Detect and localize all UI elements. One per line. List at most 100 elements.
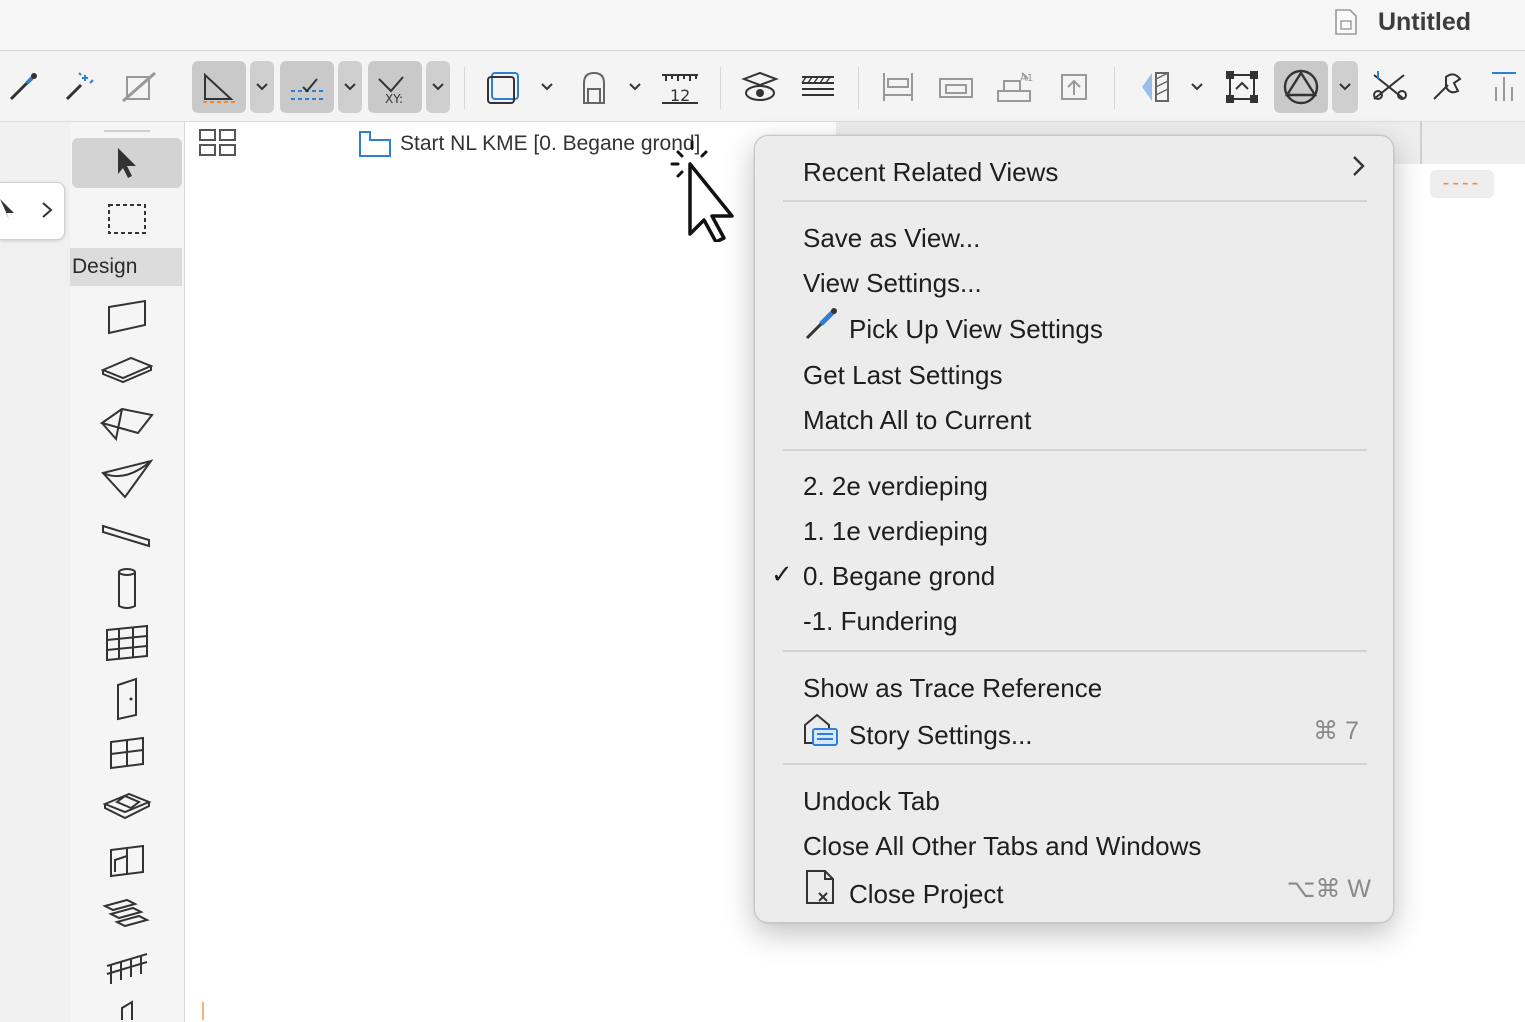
svg-text:XY:: XY:: [385, 92, 403, 105]
intersect-icon[interactable]: [1366, 61, 1414, 113]
stair-icon: [102, 898, 150, 928]
main-toolbar: XY: 12 A1: [0, 51, 1525, 122]
window-tool[interactable]: [70, 728, 184, 778]
snap-guides-icon[interactable]: [280, 61, 334, 113]
arrow-tool-popout[interactable]: [0, 182, 65, 240]
menu-item-story-1[interactable]: 1. 1e verdieping: [803, 509, 988, 549]
railing-tool[interactable]: [70, 944, 184, 994]
window-icon: [110, 736, 144, 770]
menu-item-match-all-to-current[interactable]: Match All to Current: [803, 398, 1031, 438]
trace-reference-dropdown[interactable]: [1332, 61, 1358, 113]
document-icon: [1333, 7, 1359, 42]
menu-item-story-2[interactable]: 2. 2e verdieping: [803, 464, 988, 504]
grid-snap-icon[interactable]: [1218, 61, 1266, 113]
menu-item-close-project[interactable]: Close Project: [803, 869, 1004, 909]
layers-visibility-icon[interactable]: [736, 61, 784, 113]
close-project-shortcut: ⌥⌘ W: [1286, 875, 1371, 903]
layer-combination-icon[interactable]: [480, 61, 528, 113]
mouse-cursor-icon: [668, 138, 748, 247]
story-settings-icon: [803, 711, 843, 758]
design-section-label[interactable]: Design: [70, 248, 182, 286]
slab-tool[interactable]: [70, 344, 184, 394]
section-marker-icon[interactable]: [932, 61, 980, 113]
window-title: Untitled: [1377, 8, 1471, 36]
door-icon: [117, 677, 137, 721]
door-tool[interactable]: [70, 674, 184, 724]
floor-plan-icon: [359, 131, 391, 157]
skylight-icon: [102, 792, 152, 820]
next-tool[interactable]: [70, 998, 184, 1022]
tab-title: Start NL KME [0. Begane grond]: [400, 132, 701, 155]
menu-item-save-as-view[interactable]: Save as View...: [803, 216, 980, 256]
wall-tool[interactable]: [70, 292, 184, 342]
eyedropper-icon: [803, 306, 843, 351]
stair-tool[interactable]: [70, 890, 184, 940]
mirror-view-dropdown[interactable]: [1184, 61, 1210, 113]
partial-structure-dropdown[interactable]: [622, 61, 648, 113]
coordinates-dropdown[interactable]: [426, 61, 450, 113]
menu-item-view-settings[interactable]: View Settings...: [803, 261, 982, 301]
menu-item-recent-related-views[interactable]: Recent Related Views: [803, 150, 1058, 190]
roof-icon: [99, 407, 154, 442]
scale-icon[interactable]: 12: [656, 61, 704, 113]
tab-floor-plan[interactable]: Start NL KME [0. Begane grond]: [358, 130, 700, 158]
elevation-marker-icon[interactable]: A1: [990, 61, 1038, 113]
dimension-icon[interactable]: [874, 61, 922, 113]
elevate-icon[interactable]: [1482, 61, 1525, 113]
opening-tool[interactable]: [70, 836, 184, 886]
menu-item-get-last-settings[interactable]: Get Last Settings: [803, 353, 1002, 393]
magic-wand-icon[interactable]: [58, 61, 100, 113]
menu-item-story-0[interactable]: 0. Begane grond: [803, 554, 995, 594]
tab-overview-icon[interactable]: [198, 128, 238, 162]
wall-icon: [108, 299, 146, 335]
marquee-tool[interactable]: [70, 194, 184, 244]
guide-line-tool-icon[interactable]: [192, 61, 246, 113]
column-icon: [118, 568, 136, 609]
snap-guides-dropdown[interactable]: [338, 61, 362, 113]
fill-display-icon[interactable]: [794, 61, 842, 113]
partial-structure-icon[interactable]: [570, 61, 618, 113]
skylight-tool[interactable]: [70, 782, 184, 832]
curtain-wall-tool[interactable]: [70, 618, 184, 668]
railing-icon: [106, 953, 148, 984]
inject-settings-icon[interactable]: [116, 61, 162, 113]
coordinates-icon[interactable]: XY:: [368, 61, 422, 113]
beam-icon: [102, 524, 150, 548]
beam-tool[interactable]: [70, 510, 184, 560]
menu-item-pick-up-view-settings[interactable]: Pick Up View Settings: [803, 306, 1103, 346]
menu-item-story-settings[interactable]: Story Settings...: [803, 711, 1033, 751]
trace-reference-icon[interactable]: [1274, 61, 1328, 113]
arrow-icon: [118, 148, 136, 178]
svg-text:A1: A1: [1020, 73, 1033, 84]
menu-item-show-as-trace-reference[interactable]: Show as Trace Reference: [803, 666, 1102, 706]
guide-line-dropdown[interactable]: [250, 61, 274, 113]
publish-icon[interactable]: [1050, 61, 1098, 113]
title-bar: Untitled: [0, 0, 1525, 51]
shell-tool[interactable]: [70, 454, 184, 504]
arrow-icon: [0, 199, 14, 221]
close-project-icon: [803, 869, 843, 918]
opening-icon: [110, 844, 144, 878]
eyedropper-icon[interactable]: [2, 61, 44, 113]
menu-item-story-minus-1[interactable]: -1. Fundering: [803, 599, 958, 639]
marquee-icon: [108, 204, 146, 234]
mirror-view-icon[interactable]: [1130, 61, 1178, 113]
column-tool[interactable]: [70, 564, 184, 614]
dashed-marker: ----: [1430, 170, 1494, 198]
chevron-right-icon: [42, 202, 53, 218]
curtain-wall-icon: [106, 624, 148, 662]
modify-tool-icon[interactable]: [1424, 61, 1472, 113]
roof-tool[interactable]: [70, 398, 184, 448]
menu-item-close-all-other[interactable]: Close All Other Tabs and Windows: [803, 824, 1201, 864]
toolbox: Design: [70, 122, 185, 1022]
layer-combination-dropdown[interactable]: [534, 61, 560, 113]
arrow-tool[interactable]: [72, 138, 182, 188]
checkmark-icon: ✓: [771, 559, 793, 589]
canvas-origin-mark: [202, 1002, 204, 1020]
left-strip: [0, 122, 70, 1022]
tab-context-menu: Recent Related Views Save as View... Vie…: [754, 135, 1394, 923]
chevron-right-icon: [1353, 156, 1365, 176]
story-settings-shortcut: ⌘ 7: [1313, 717, 1359, 745]
shell-icon: [101, 459, 154, 499]
menu-item-undock-tab[interactable]: Undock Tab: [803, 779, 940, 819]
